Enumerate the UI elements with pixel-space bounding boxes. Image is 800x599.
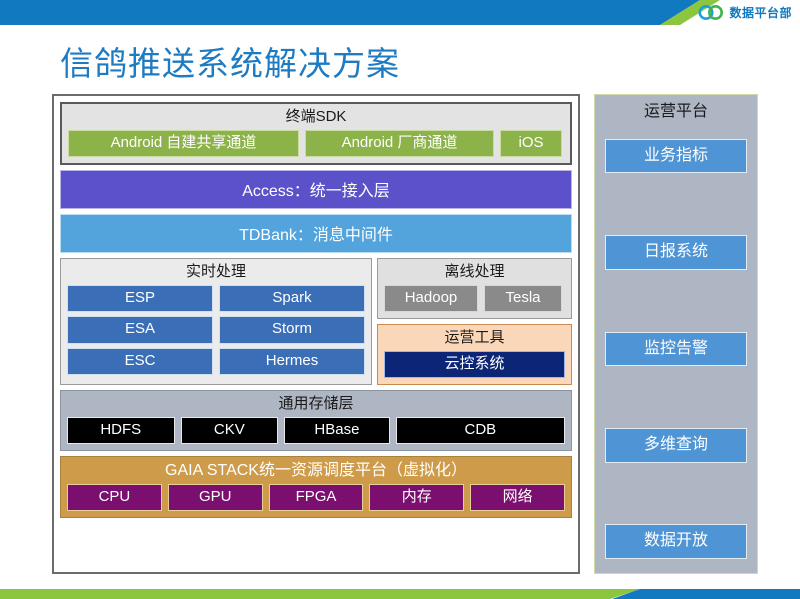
offline-band-title: 离线处理 — [444, 263, 505, 280]
ops-item-monitor-alert[interactable]: 监控告警 — [605, 331, 747, 367]
operation-tools-title: 运营工具 — [444, 329, 505, 346]
realtime-chip-storm[interactable]: Storm — [219, 316, 365, 344]
realtime-band: 实时处理 ESP ESA ESC Spark Storm Hermes — [60, 258, 372, 385]
offline-chip-tesla[interactable]: Tesla — [484, 284, 562, 312]
storage-chip-hdfs[interactable]: HDFS — [67, 416, 175, 444]
ops-item-business-metrics[interactable]: 业务指标 — [605, 138, 747, 174]
access-band[interactable]: Access：统一接入层 — [60, 170, 572, 209]
storage-chip-hbase[interactable]: HBase — [284, 416, 390, 444]
operation-tools-band: 运营工具 云控系统 — [377, 324, 572, 385]
top-bar-blue-band — [0, 0, 700, 25]
processing-row: 实时处理 ESP ESA ESC Spark Storm Hermes 离线处理… — [60, 258, 572, 385]
architecture-diagram: 终端SDK Android 自建共享通道 Android 厂商通道 iOS Ac… — [52, 94, 580, 574]
realtime-chip-hermes[interactable]: Hermes — [219, 347, 365, 375]
offline-chip-row: Hadoop Tesla — [378, 284, 571, 319]
storage-chip-cdb[interactable]: CDB — [395, 416, 565, 444]
page-title: 信鸽推送系统解决方案 — [60, 45, 400, 82]
brand-logo-text: 数据平台部 — [729, 6, 792, 20]
ops-platform-title: 运营平台 — [643, 103, 708, 120]
tdbank-band[interactable]: TDBank：消息中间件 — [60, 214, 572, 253]
gaia-band: GAIA STACK统一资源调度平台（虚拟化） CPU GPU FPGA 内存 … — [60, 456, 572, 519]
storage-band-title: 通用存储层 — [278, 395, 354, 412]
infinity-loop-icon — [698, 5, 724, 20]
storage-band: 通用存储层 HDFS CKV HBase CDB — [60, 390, 572, 451]
storage-chip-row: HDFS CKV HBase CDB — [61, 416, 571, 451]
realtime-columns: ESP ESA ESC Spark Storm Hermes — [61, 284, 371, 382]
realtime-column-right: Spark Storm Hermes — [219, 284, 365, 375]
top-bar: 数据平台部 — [0, 0, 800, 25]
realtime-chip-spark[interactable]: Spark — [219, 284, 365, 312]
realtime-chip-esc[interactable]: ESC — [67, 347, 213, 375]
gaia-chip-row: CPU GPU FPGA 内存 网络 — [61, 483, 571, 518]
ops-platform-panel: 运营平台 业务指标 日报系统 监控告警 多维查询 数据开放 — [594, 94, 758, 574]
gaia-chip-fpga[interactable]: FPGA — [268, 483, 364, 512]
ops-item-multidim-query[interactable]: 多维查询 — [605, 427, 747, 463]
operation-tools-chip-row: 云控系统 — [378, 350, 571, 385]
realtime-band-title: 实时处理 — [185, 263, 246, 280]
realtime-column-left: ESP ESA ESC — [67, 284, 213, 375]
offline-band: 离线处理 Hadoop Tesla — [377, 258, 572, 319]
sdk-chip-row: Android 自建共享通道 Android 厂商通道 iOS — [62, 129, 570, 164]
sdk-chip-ios[interactable]: iOS — [500, 129, 562, 157]
realtime-chip-esa[interactable]: ESA — [67, 316, 213, 344]
operation-tools-chip-cloud-control[interactable]: 云控系统 — [384, 350, 565, 378]
offline-and-tools-column: 离线处理 Hadoop Tesla 运营工具 云控系统 — [377, 258, 572, 385]
ops-item-daily-report[interactable]: 日报系统 — [605, 235, 747, 270]
sdk-band-title: 终端SDK — [285, 108, 347, 125]
gaia-chip-memory[interactable]: 内存 — [369, 483, 465, 512]
ops-platform-item-list: 业务指标 日报系统 监控告警 多维查询 数据开放 — [605, 138, 747, 563]
storage-chip-ckv[interactable]: CKV — [180, 416, 279, 444]
realtime-chip-esp[interactable]: ESP — [67, 284, 213, 312]
gaia-chip-cpu[interactable]: CPU — [67, 483, 162, 512]
ops-item-data-open[interactable]: 数据开放 — [605, 524, 747, 559]
sdk-band: 终端SDK Android 自建共享通道 Android 厂商通道 iOS — [60, 102, 572, 165]
brand-logo: 数据平台部 — [698, 0, 792, 25]
sdk-chip-android-shared[interactable]: Android 自建共享通道 — [68, 129, 299, 157]
gaia-chip-gpu[interactable]: GPU — [167, 483, 263, 512]
footer-blue-accent — [612, 589, 800, 599]
offline-chip-hadoop[interactable]: Hadoop — [384, 284, 478, 312]
gaia-chip-network[interactable]: 网络 — [470, 483, 565, 512]
footer-bar — [0, 585, 800, 599]
footer-green-band — [0, 589, 640, 599]
sdk-chip-android-vendor[interactable]: Android 厂商通道 — [305, 129, 494, 157]
gaia-band-title: GAIA STACK统一资源调度平台（虚拟化） — [165, 462, 467, 479]
